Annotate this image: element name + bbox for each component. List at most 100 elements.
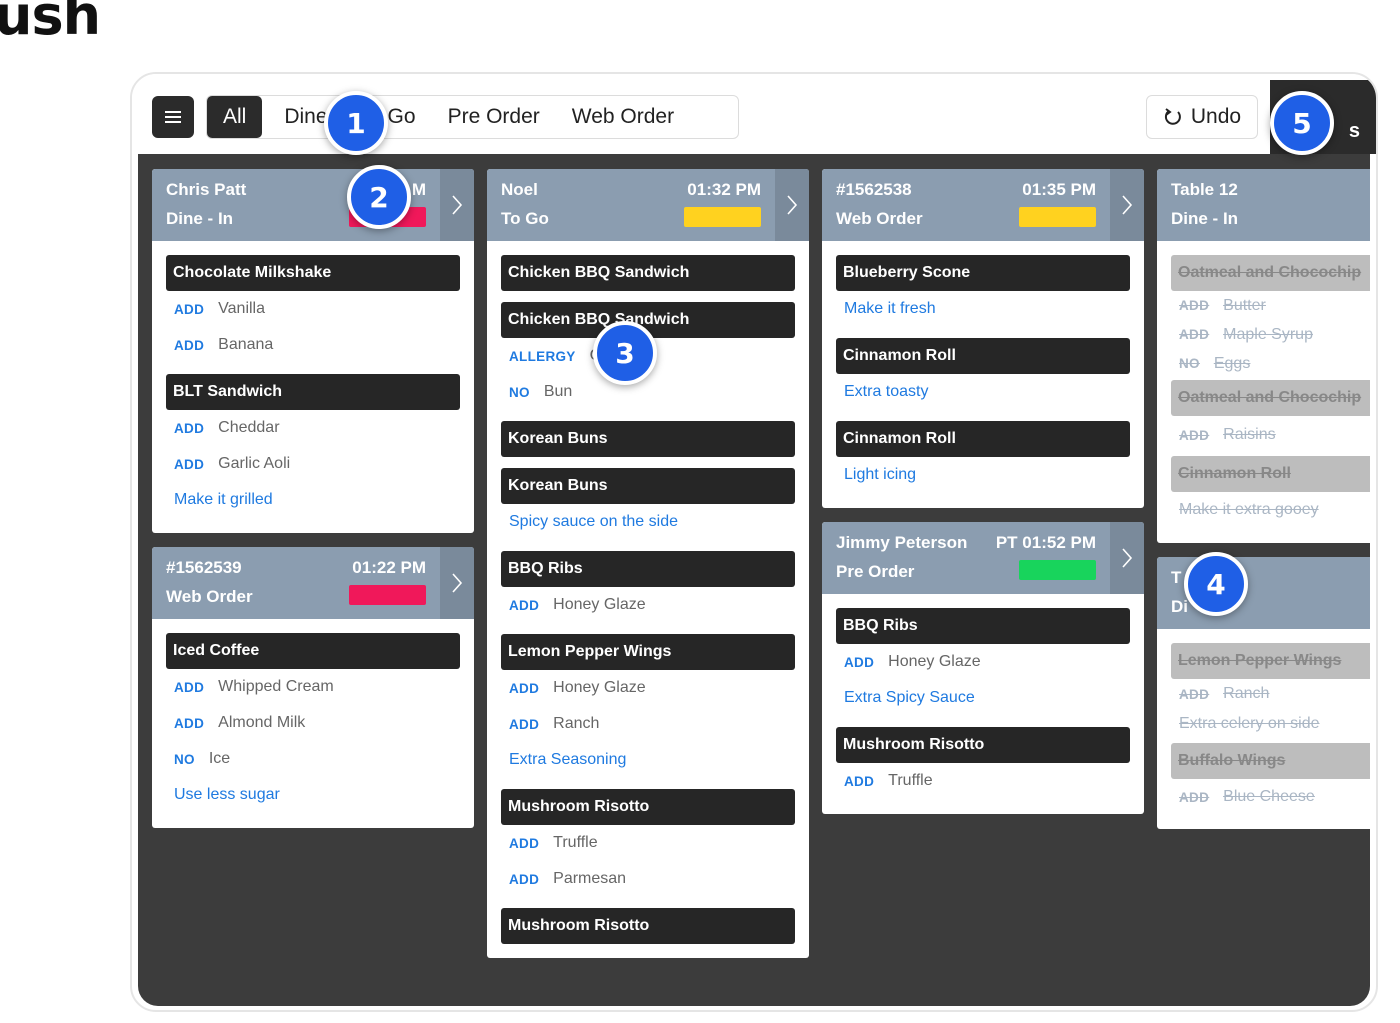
ticket-customer: T — [1171, 568, 1182, 587]
order-item[interactable]: Korean Buns — [501, 421, 795, 457]
ticket-1562539[interactable]: #1562539 Web Order 01:22 PM Iced Coffee … — [152, 547, 474, 828]
item-note: Use less sugar — [174, 786, 280, 803]
modifier-tag: ADD — [1179, 327, 1210, 342]
order-item[interactable]: Mushroom Risotto — [501, 789, 795, 825]
order-item[interactable]: Oatmeal and Chocochip — [1171, 380, 1370, 416]
filter-tab-all[interactable]: All — [207, 96, 263, 138]
modifier-value: Banana — [218, 336, 274, 353]
item-modifiers: ADD Cheddar ADD Garlic Aoli Make it grille… — [166, 410, 460, 529]
modifier-tag: ADD — [174, 715, 205, 731]
ticket-header: Jimmy Peterson Pre Order PT 01:52 PM — [822, 522, 1144, 594]
item-note: Extra toasty — [844, 383, 929, 400]
item-note: Make it grilled — [174, 491, 273, 508]
ticket-customer: #1562539 — [166, 558, 242, 577]
ticket-chris-patt[interactable]: Chris Patt Dine - In M Chocolate Milksha… — [152, 169, 474, 533]
order-item[interactable]: Buffalo Wings — [1171, 743, 1370, 779]
undo-label: Undo — [1190, 105, 1242, 128]
undo-button[interactable]: Undo — [1146, 95, 1258, 139]
item-modifiers: Spicy sauce on the side — [501, 504, 795, 551]
modifier: ADD Cheddar — [166, 410, 460, 446]
modifier-value: Cheddar — [218, 419, 280, 436]
modifier: ADD Honey Glaze — [836, 644, 1130, 680]
modifier: ADD Truffle — [836, 763, 1130, 799]
modifier-tag: ADD — [844, 654, 875, 670]
menu-button[interactable] — [152, 96, 194, 138]
item-modifiers: ADD Honey Glaze — [501, 587, 795, 634]
ticket-expand-button[interactable] — [440, 169, 474, 241]
modifier-tag: ADD — [509, 680, 540, 696]
ticket-time: M — [411, 180, 426, 199]
modifier-tag: ADD — [1179, 298, 1210, 313]
modifier: ADD Blue Cheese — [1171, 779, 1370, 815]
status-badge — [349, 585, 426, 605]
order-item[interactable]: BLT Sandwich — [166, 374, 460, 410]
modifier: NO Bun — [501, 374, 795, 410]
modifier-value: Bun — [543, 383, 573, 400]
top-toolbar: All Dine To Go Pre Order Web Order Undo … — [132, 74, 1376, 154]
order-item[interactable]: Iced Coffee — [166, 633, 460, 669]
item-modifiers: ADD Blue Cheese — [1171, 779, 1370, 826]
ticket-noel[interactable]: Noel To Go 01:32 PM Chicken BBQ Sandwich… — [487, 169, 809, 958]
ticket-table-12[interactable]: Table 12 Dine - In 12 Oatmeal and Chococ… — [1157, 169, 1370, 543]
order-item[interactable]: Cinnamon Roll — [1171, 456, 1370, 492]
order-item[interactable]: Cinnamon Roll — [836, 421, 1130, 457]
order-item[interactable]: Korean Buns — [501, 468, 795, 504]
order-item[interactable]: Lemon Pepper Wings — [501, 634, 795, 670]
ticket-items: Oatmeal and Chocochip ADD Butter ADD Maple… — [1157, 241, 1370, 543]
modifier: ADD Truffle — [501, 825, 795, 861]
order-item[interactable]: Chocolate Milkshake — [166, 255, 460, 291]
ticket-order-type: Pre Order — [836, 562, 915, 581]
order-item[interactable]: Mushroom Risotto — [836, 727, 1130, 763]
modifier-value: Raisins — [1223, 426, 1276, 443]
ticket-header: Chris Patt Dine - In M — [152, 169, 474, 241]
modifier-value: Ice — [208, 750, 231, 767]
filter-tab-pre-order[interactable]: Pre Order — [432, 96, 556, 138]
ticket-header: #1562538 Web Order 01:35 PM — [822, 169, 1144, 241]
modifier: ADD Maple Syrup — [1171, 320, 1370, 349]
order-item[interactable]: Oatmeal and Chocochip — [1171, 255, 1370, 291]
ticket-items: Blueberry Scone Make it fresh Cinnamon R… — [822, 241, 1144, 508]
modifier: ADD Banana — [166, 327, 460, 363]
order-item[interactable]: BBQ Ribs — [836, 608, 1130, 644]
ticket-1562538[interactable]: #1562538 Web Order 01:35 PM Blueberry Sc… — [822, 169, 1144, 508]
order-item[interactable]: Lemon Pepper Wings — [1171, 643, 1370, 679]
ticket-expand-button[interactable] — [1110, 522, 1144, 594]
modifier: ADD Whipped Cream — [166, 669, 460, 705]
order-item[interactable]: Chicken BBQ Sandwich — [501, 255, 795, 291]
item-note: Extra Spicy Sauce — [844, 689, 975, 706]
modifier-tag: ADD — [1179, 789, 1210, 805]
modifier-tag: NO — [1179, 356, 1200, 371]
undo-icon — [1164, 108, 1181, 125]
modifier-tag: ADD — [174, 420, 205, 436]
ticket-expand-button[interactable] — [1110, 169, 1144, 241]
modifier-tag: ADD — [844, 773, 875, 789]
item-note: Extra celery on side — [1179, 715, 1320, 732]
ticket-jimmy-peterson[interactable]: Jimmy Peterson Pre Order PT 01:52 PM BBQ… — [822, 522, 1144, 814]
callout-badge-1: 1 — [324, 91, 388, 155]
modifier-value: Almond Milk — [218, 714, 306, 731]
modifier-value: Whipped Cream — [218, 678, 334, 695]
filter-tab-web-order[interactable]: Web Order — [556, 96, 690, 138]
modifier-value: Honey Glaze — [888, 653, 981, 670]
ticket-expand-button[interactable] — [775, 169, 809, 241]
modifier-tag: ADD — [1179, 686, 1210, 702]
ticket-header: Noel To Go 01:32 PM — [487, 169, 809, 241]
modifier: ADD Honey Glaze — [501, 587, 795, 623]
ticket-time: 01:35 PM — [1022, 180, 1096, 199]
item-note: Spicy sauce on the side — [509, 513, 678, 530]
item-modifiers: ADD Whipped Cream ADD Almond Milk NO Ice Us… — [166, 669, 460, 824]
page-heading: ush — [0, 0, 101, 47]
item-modifiers — [501, 457, 795, 468]
item-modifiers: ADD Vanilla ADD Banana — [166, 291, 460, 374]
modifier-value: Truffle — [888, 772, 933, 789]
order-item[interactable]: BBQ Ribs — [501, 551, 795, 587]
order-item[interactable]: Cinnamon Roll — [836, 338, 1130, 374]
order-item[interactable]: Mushroom Risotto — [501, 908, 795, 944]
ticket-order-type: Web Order — [166, 587, 253, 606]
item-modifiers: ADD Truffle — [836, 763, 1130, 810]
ticket-expand-button[interactable] — [440, 547, 474, 619]
order-item[interactable]: Blueberry Scone — [836, 255, 1130, 291]
ticket-order-type: Dine - In — [166, 209, 234, 228]
hamburger-icon — [165, 111, 181, 123]
callout-badge-2: 2 — [347, 165, 411, 229]
